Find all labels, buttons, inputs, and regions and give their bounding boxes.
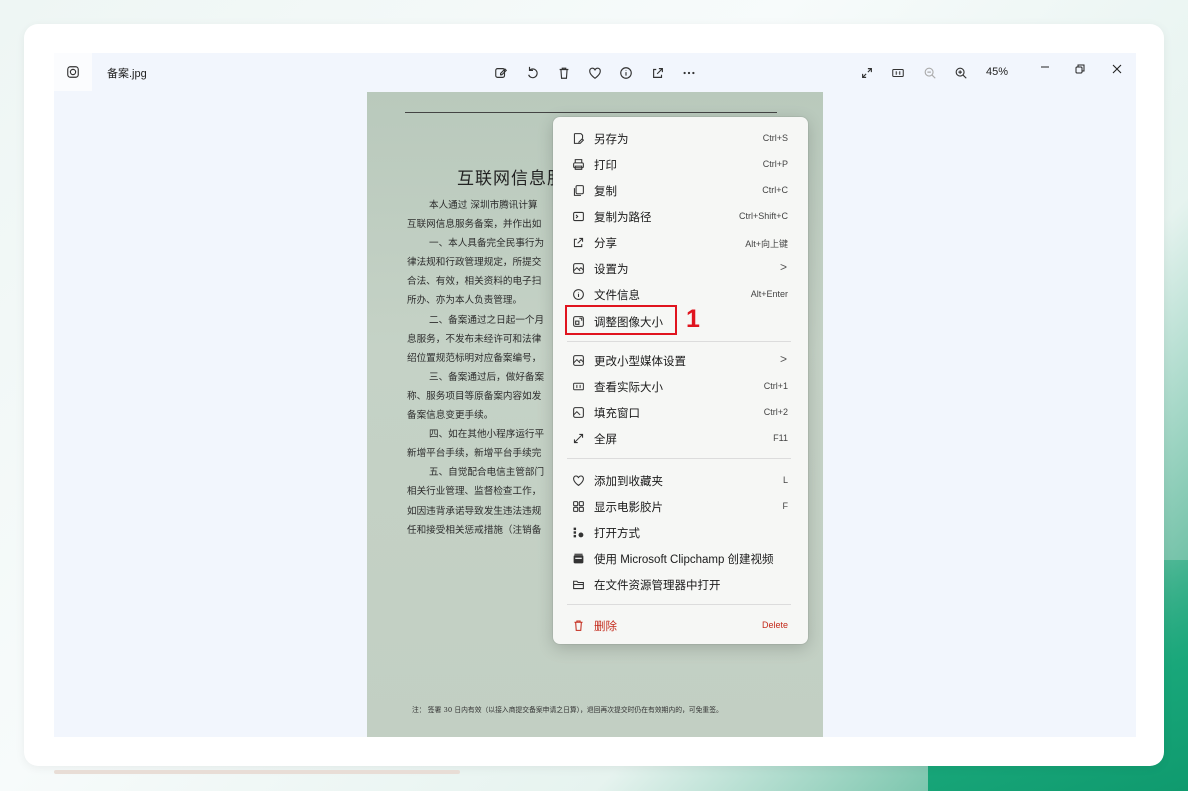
menu-item-shortcut: L bbox=[782, 475, 788, 485]
menu-item-label: 文件信息 bbox=[594, 290, 640, 302]
save-as-icon bbox=[571, 131, 585, 145]
fill-window-icon bbox=[571, 405, 585, 419]
set-as-icon bbox=[571, 261, 585, 275]
menu-item-shortcut: F11 bbox=[773, 433, 788, 443]
zoom-in-icon[interactable] bbox=[952, 64, 970, 82]
delete-icon[interactable] bbox=[555, 64, 573, 82]
submenu-arrow: > bbox=[779, 260, 787, 274]
menu-item-label: 另存为 bbox=[594, 134, 629, 146]
photos-app-icon bbox=[54, 53, 92, 91]
fullscreen-icon bbox=[571, 431, 585, 445]
menu-item-print[interactable]: 打印 Ctrl+P bbox=[553, 151, 808, 177]
menu-separator bbox=[567, 458, 791, 459]
info-icon bbox=[571, 287, 585, 301]
menu-item-label: 添加到收藏夹 bbox=[594, 476, 663, 488]
menu-item-label: 查看实际大小 bbox=[594, 382, 663, 394]
heart-icon bbox=[571, 473, 585, 487]
menu-item-shortcut: Ctrl+Shift+C bbox=[738, 211, 788, 221]
menu-item-media-settings[interactable]: 更改小型媒体设置 > bbox=[553, 347, 808, 373]
title-bar: 备案.jpg 45% bbox=[54, 53, 1136, 91]
menu-item-actual-size[interactable]: 查看实际大小 Ctrl+1 bbox=[553, 373, 808, 399]
document-note: 注： 签署 30 日内有效（以接入商提交备案申请之日算），退回再次提交时仍在有效… bbox=[412, 706, 723, 714]
menu-item-copy-path[interactable]: 复制为路径 Ctrl+Shift+C bbox=[553, 203, 808, 229]
menu-item-shortcut: Ctrl+C bbox=[762, 185, 788, 195]
menu-separator bbox=[567, 604, 791, 605]
menu-item-fullscreen[interactable]: 全屏 F11 bbox=[553, 425, 808, 451]
menu-item-label: 打开方式 bbox=[594, 528, 640, 540]
menu-item-shortcut: F bbox=[782, 501, 789, 511]
menu-item-filmstrip[interactable]: 显示电影胶片 F bbox=[553, 493, 808, 519]
menu-item-set-as[interactable]: 设置为 > bbox=[553, 255, 808, 281]
menu-item-delete[interactable]: 删除 Delete bbox=[553, 612, 808, 638]
share-icon[interactable] bbox=[649, 64, 667, 82]
annotation-step-number: 1 bbox=[686, 305, 700, 333]
menu-item-shortcut: Ctrl+2 bbox=[763, 407, 788, 417]
edit-image-icon[interactable] bbox=[492, 64, 510, 82]
close-icon[interactable] bbox=[1107, 61, 1127, 77]
favorite-icon[interactable] bbox=[586, 64, 604, 82]
menu-item-label: 更改小型媒体设置 bbox=[594, 356, 686, 368]
horizontal-scrollbar[interactable] bbox=[54, 770, 460, 774]
menu-item-clipchamp[interactable]: 使用 Microsoft Clipchamp 创建视频 bbox=[553, 545, 808, 571]
clipchamp-icon bbox=[571, 551, 585, 565]
menu-item-shortcut: Ctrl+S bbox=[762, 133, 788, 143]
share-icon bbox=[571, 235, 585, 249]
zoom-level[interactable]: 45% bbox=[986, 66, 1008, 78]
menu-item-label: 删除 bbox=[594, 621, 617, 633]
menu-item-open-with[interactable]: 打开方式 bbox=[553, 519, 808, 545]
minimize-icon[interactable] bbox=[1035, 61, 1055, 77]
menu-item-label: 设置为 bbox=[594, 264, 629, 276]
delete-icon bbox=[571, 618, 585, 632]
restore-icon[interactable] bbox=[1070, 61, 1090, 77]
menu-item-fill-window[interactable]: 填充窗口 Ctrl+2 bbox=[553, 399, 808, 425]
menu-item-save-as[interactable]: 另存为 Ctrl+S bbox=[553, 125, 808, 151]
document-title: 互联网信息服 bbox=[457, 169, 565, 189]
menu-item-shortcut: Delete bbox=[761, 620, 788, 630]
menu-item-label: 打印 bbox=[594, 160, 617, 172]
menu-item-label: 复制为路径 bbox=[594, 212, 652, 224]
media-settings-icon bbox=[571, 353, 585, 367]
copy-icon bbox=[571, 183, 585, 197]
context-menu: 另存为 Ctrl+S 打印 Ctrl+P 复制 Ctrl+C 复制为路径 Ctr… bbox=[553, 117, 808, 644]
menu-item-label: 填充窗口 bbox=[594, 408, 640, 420]
annotation-highlight-box bbox=[565, 305, 677, 335]
folder-icon bbox=[571, 577, 585, 591]
file-name: 备案.jpg bbox=[107, 68, 147, 80]
menu-item-shortcut: Alt+向上键 bbox=[745, 239, 788, 249]
actual-size-icon[interactable] bbox=[889, 64, 907, 82]
document-top-line bbox=[405, 112, 777, 113]
copy-path-icon bbox=[571, 209, 585, 223]
menu-item-shortcut: Ctrl+P bbox=[762, 159, 788, 169]
menu-item-label: 分享 bbox=[594, 238, 617, 250]
more-options-icon[interactable] bbox=[680, 64, 698, 82]
open-with-icon bbox=[571, 525, 585, 539]
menu-item-share[interactable]: 分享 Alt+向上键 bbox=[553, 229, 808, 255]
actual-size-icon bbox=[571, 379, 585, 393]
menu-item-label: 复制 bbox=[594, 186, 617, 198]
menu-item-label: 显示电影胶片 bbox=[594, 502, 663, 514]
filmstrip-icon bbox=[571, 499, 585, 513]
rotate-icon[interactable] bbox=[524, 64, 542, 82]
expand-icon[interactable] bbox=[858, 64, 876, 82]
menu-item-label: 在文件资源管理器中打开 bbox=[594, 580, 721, 592]
menu-item-label: 使用 Microsoft Clipchamp 创建视频 bbox=[594, 554, 774, 566]
zoom-out-icon[interactable] bbox=[921, 64, 939, 82]
menu-item-copy[interactable]: 复制 Ctrl+C bbox=[553, 177, 808, 203]
print-icon bbox=[571, 157, 585, 171]
menu-separator bbox=[567, 341, 791, 342]
submenu-arrow: > bbox=[779, 352, 787, 366]
menu-item-label: 全屏 bbox=[594, 434, 617, 446]
menu-item-open-in-explorer[interactable]: 在文件资源管理器中打开 bbox=[553, 571, 808, 597]
info-icon[interactable] bbox=[617, 64, 635, 82]
menu-item-shortcut: Ctrl+1 bbox=[763, 381, 788, 391]
menu-item-file-info[interactable]: 文件信息 Alt+Enter bbox=[553, 281, 808, 307]
menu-item-shortcut: Alt+Enter bbox=[750, 289, 788, 299]
menu-item-add-to-favorites[interactable]: 添加到收藏夹 L bbox=[553, 467, 808, 493]
